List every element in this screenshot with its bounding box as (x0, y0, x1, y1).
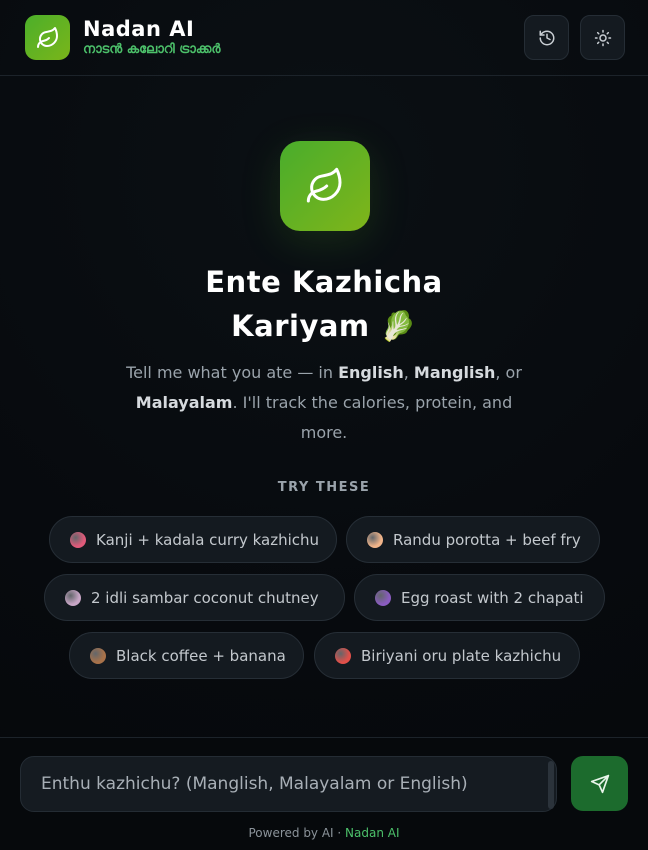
food-emoji-icon (335, 647, 351, 664)
desc-comma: , (403, 363, 414, 382)
theme-toggle-button[interactable] (580, 15, 625, 60)
footer-brand-link[interactable]: Nadan AI (345, 826, 399, 840)
desc-malayalam: Malayalam (135, 393, 233, 412)
footer-text: Powered by AI · (248, 826, 346, 840)
hero-title-line2: Kariyam 🥬 (231, 309, 417, 343)
app-header: Nadan AI നാടൻ കലോറി ട്രാക്കർ (0, 0, 648, 76)
input-scrollbar[interactable] (548, 761, 554, 809)
food-emoji-icon (375, 589, 391, 606)
suggestion-chip-label: 2 idli sambar coconut chutney (91, 588, 319, 607)
hero-leaf-icon (280, 141, 370, 231)
header-actions (524, 15, 625, 60)
desc-english: English (338, 363, 404, 382)
suggestion-chip[interactable]: Biriyani oru plate kazhichu (314, 632, 580, 679)
suggestion-chip[interactable]: Randu porotta + beef fry (346, 516, 600, 563)
suggestion-chip[interactable]: 2 idli sambar coconut chutney (44, 574, 345, 621)
sun-icon (594, 29, 611, 46)
suggestion-chip-label: Kanji + kadala curry kazhichu (96, 530, 320, 549)
suggestion-chip[interactable]: Black coffee + banana (69, 632, 304, 679)
desc-text-3: . I'll track the calories, protein, and … (232, 393, 513, 442)
hero-title: Ente Kazhicha Kariyam 🥬 (124, 260, 524, 348)
suggestion-chip[interactable]: Kanji + kadala curry kazhichu (49, 516, 337, 563)
suggestions-label: TRY THESE (277, 480, 371, 495)
app-subtitle: നാടൻ കലോറി ട്രാക്കർ (83, 41, 221, 57)
suggestion-chip-label: Black coffee + banana (116, 646, 286, 665)
hero-description: Tell me what you ate — in English, Mangl… (124, 358, 524, 448)
suggestion-chip[interactable]: Egg roast with 2 chapati (354, 574, 605, 621)
food-emoji-icon (367, 531, 383, 548)
food-emoji-icon (65, 589, 81, 606)
suggestion-chip-label: Biriyani oru plate kazhichu (361, 646, 562, 665)
desc-text-1: Tell me what you ate — in (126, 363, 339, 382)
send-button[interactable] (571, 756, 628, 811)
history-icon (539, 30, 554, 45)
message-input[interactable]: Enthu kazhichu? (Manglish, Malayalam or … (20, 756, 557, 812)
brand-text: Nadan AI നാടൻ കലോറി ട്രാക്കർ (83, 17, 220, 59)
history-button[interactable] (524, 15, 569, 60)
app-title: Nadan AI (83, 16, 195, 41)
brand: Nadan AI നാടൻ കലോറി ട്രാക്കർ (25, 15, 220, 60)
suggestion-chip-label: Randu porotta + beef fry (393, 530, 581, 549)
suggestion-chip-label: Egg roast with 2 chapati (401, 588, 584, 607)
hero-title-line1: Ente Kazhicha (205, 265, 443, 299)
footer: Powered by AI · Nadan AI (0, 826, 648, 840)
desc-text-2: , or (495, 363, 522, 382)
food-emoji-icon (70, 531, 86, 548)
desc-manglish: Manglish (413, 363, 496, 382)
send-icon (590, 774, 609, 793)
message-input-placeholder: Enthu kazhichu? (Manglish, Malayalam or … (41, 774, 468, 794)
food-emoji-icon (90, 647, 106, 664)
leaf-icon (25, 15, 70, 60)
